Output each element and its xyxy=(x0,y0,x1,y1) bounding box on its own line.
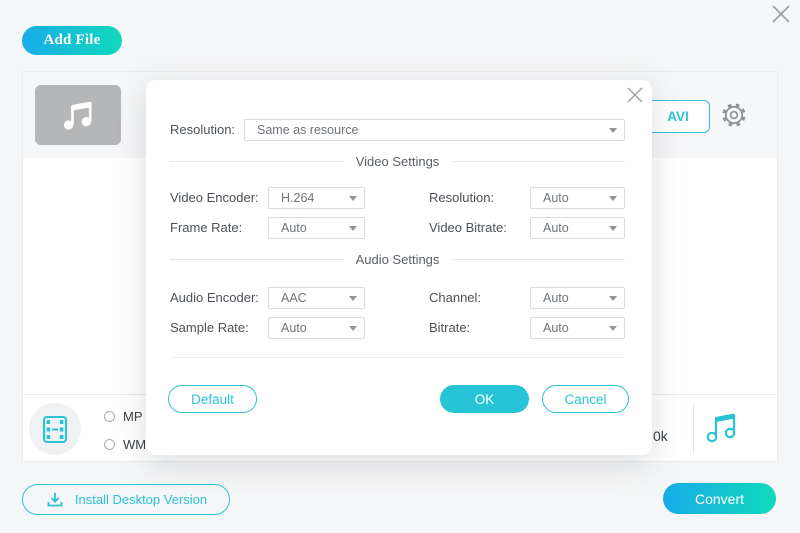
sample-rate-value: Auto xyxy=(281,321,307,335)
tab-audio-formats[interactable] xyxy=(702,407,742,447)
video-encoder-dropdown[interactable]: H.264 xyxy=(268,187,365,209)
resolution-main-value: Same as resource xyxy=(257,123,358,137)
convert-button[interactable]: Convert xyxy=(663,483,776,514)
chevron-down-icon xyxy=(349,226,357,231)
install-desktop-button[interactable]: Install Desktop Version xyxy=(22,484,230,515)
add-file-button[interactable]: Add File xyxy=(22,26,122,55)
format-bar-separator xyxy=(693,404,694,454)
video-encoder-label: Video Encoder: xyxy=(170,187,259,209)
chevron-down-icon xyxy=(349,196,357,201)
bitrate-dropdown[interactable]: Auto xyxy=(530,317,625,339)
format-option-2[interactable]: WM xyxy=(104,437,146,452)
video-encoder-value: H.264 xyxy=(281,191,314,205)
truncated-option-text: 0k xyxy=(653,428,668,444)
resolution-value: Auto xyxy=(543,191,569,205)
frame-rate-label: Frame Rate: xyxy=(170,217,242,239)
channel-dropdown[interactable]: Auto xyxy=(530,287,625,309)
radio-icon[interactable] xyxy=(104,411,115,422)
window-close-icon[interactable] xyxy=(768,1,794,27)
sample-rate-label: Sample Rate: xyxy=(170,317,249,339)
chevron-down-icon xyxy=(609,196,617,201)
gear-icon[interactable] xyxy=(720,101,748,129)
default-button[interactable]: Default xyxy=(168,385,257,413)
file-thumbnail xyxy=(35,85,121,145)
video-bitrate-dropdown[interactable]: Auto xyxy=(530,217,625,239)
settings-dialog: Resolution: Same as resource Video Setti… xyxy=(146,80,652,455)
frame-rate-dropdown[interactable]: Auto xyxy=(268,217,365,239)
format-option-1[interactable]: MP xyxy=(104,409,143,424)
music-note-icon xyxy=(58,95,98,135)
dialog-footer-divider xyxy=(170,357,625,358)
install-desktop-label: Install Desktop Version xyxy=(75,492,207,507)
chevron-down-icon xyxy=(609,226,617,231)
cancel-button[interactable]: Cancel xyxy=(542,385,629,413)
app-window: Add File AVI M xyxy=(0,0,800,533)
dialog-close-icon[interactable] xyxy=(625,85,645,105)
format-option-label: MP xyxy=(123,409,143,424)
video-bitrate-value: Auto xyxy=(543,221,569,235)
video-bitrate-label: Video Bitrate: xyxy=(429,217,507,239)
download-icon xyxy=(45,490,65,510)
film-strip-icon xyxy=(39,413,71,445)
chevron-down-icon xyxy=(349,296,357,301)
audio-encoder-dropdown[interactable]: AAC xyxy=(268,287,365,309)
resolution-dropdown[interactable]: Auto xyxy=(530,187,625,209)
chevron-down-icon xyxy=(609,296,617,301)
ok-button[interactable]: OK xyxy=(440,385,529,413)
sample-rate-dropdown[interactable]: Auto xyxy=(268,317,365,339)
chevron-down-icon xyxy=(349,326,357,331)
tab-video-formats[interactable] xyxy=(29,403,81,455)
resolution-main-label: Resolution: xyxy=(170,119,235,141)
audio-encoder-value: AAC xyxy=(281,291,307,305)
format-bar-divider-bottom xyxy=(23,461,777,462)
audio-settings-section-title: Audio Settings xyxy=(170,252,625,267)
resolution-label: Resolution: xyxy=(429,187,494,209)
channel-value: Auto xyxy=(543,291,569,305)
audio-encoder-label: Audio Encoder: xyxy=(170,287,259,309)
radio-icon[interactable] xyxy=(104,439,115,450)
frame-rate-value: Auto xyxy=(281,221,307,235)
bitrate-label: Bitrate: xyxy=(429,317,470,339)
video-settings-section-title: Video Settings xyxy=(170,154,625,169)
chevron-down-icon xyxy=(609,326,617,331)
format-option-label: WM xyxy=(123,437,146,452)
channel-label: Channel: xyxy=(429,287,481,309)
resolution-main-dropdown[interactable]: Same as resource xyxy=(244,119,625,141)
bitrate-value: Auto xyxy=(543,321,569,335)
output-format-button[interactable]: AVI xyxy=(646,100,710,133)
chevron-down-icon xyxy=(609,128,617,133)
